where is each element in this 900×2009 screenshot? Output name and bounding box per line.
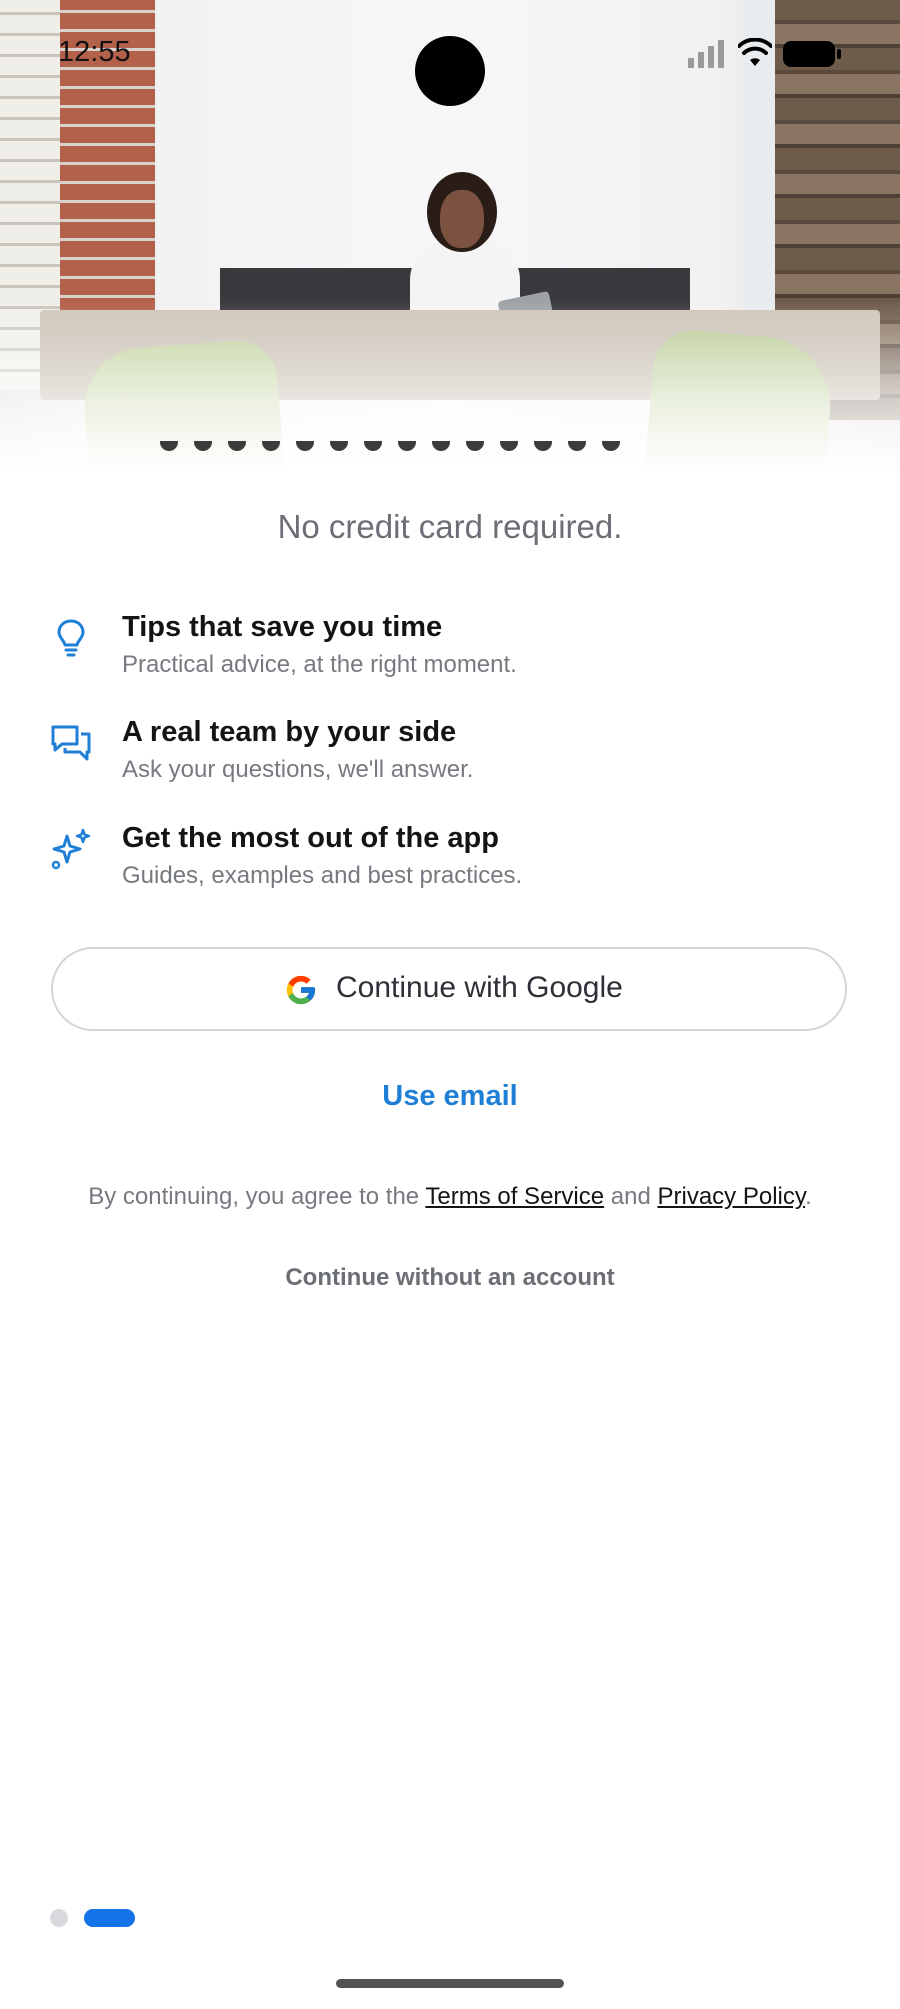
continue-with-google-button[interactable]: Continue with Google xyxy=(51,947,847,1031)
feature-title: Get the most out of the app xyxy=(122,822,499,854)
feature-item-tips: Tips that save you time Practical advice… xyxy=(50,611,850,691)
chat-bubbles-icon xyxy=(51,725,91,761)
use-email-link[interactable]: Use email xyxy=(0,1080,900,1113)
feature-title: A real team by your side xyxy=(122,716,457,748)
page-indicator xyxy=(50,1909,190,1927)
legal-middle: and xyxy=(604,1183,658,1210)
status-bar-time: 12:55 xyxy=(58,36,131,68)
camera-cutout xyxy=(415,36,485,106)
legal-suffix: . xyxy=(805,1183,812,1210)
continue-without-account-button[interactable]: Continue without an account xyxy=(0,1264,900,1292)
page-dot-1[interactable] xyxy=(50,1909,68,1927)
feature-title: Tips that save you time xyxy=(122,611,443,643)
lightbulb-icon xyxy=(57,619,85,657)
terms-of-service-link[interactable]: Terms of Service xyxy=(425,1183,604,1210)
privacy-policy-link[interactable]: Privacy Policy xyxy=(657,1183,805,1210)
feature-description: Practical advice, at the right moment. xyxy=(122,651,517,678)
feature-item-team: A real team by your side Ask your questi… xyxy=(50,716,850,796)
page-dot-2-active[interactable] xyxy=(84,1909,135,1927)
legal-notice: By continuing, you agree to the Terms of… xyxy=(0,1183,900,1211)
legal-prefix: By continuing, you agree to the xyxy=(88,1183,426,1210)
cellular-signal-icon xyxy=(688,40,724,68)
home-indicator[interactable] xyxy=(336,1979,564,1988)
google-button-label: Continue with Google xyxy=(336,971,623,1004)
wifi-icon xyxy=(738,38,772,66)
feature-description: Guides, examples and best practices. xyxy=(122,862,523,889)
feature-item-app: Get the most out of the app Guides, exam… xyxy=(50,822,850,902)
google-logo-icon xyxy=(286,975,316,1005)
feature-description: Ask your questions, we'll answer. xyxy=(122,756,474,783)
sparkles-icon xyxy=(51,828,91,870)
subtitle: No credit card required. xyxy=(277,508,623,545)
battery-icon xyxy=(783,41,841,67)
cut-off-heading xyxy=(160,438,740,458)
